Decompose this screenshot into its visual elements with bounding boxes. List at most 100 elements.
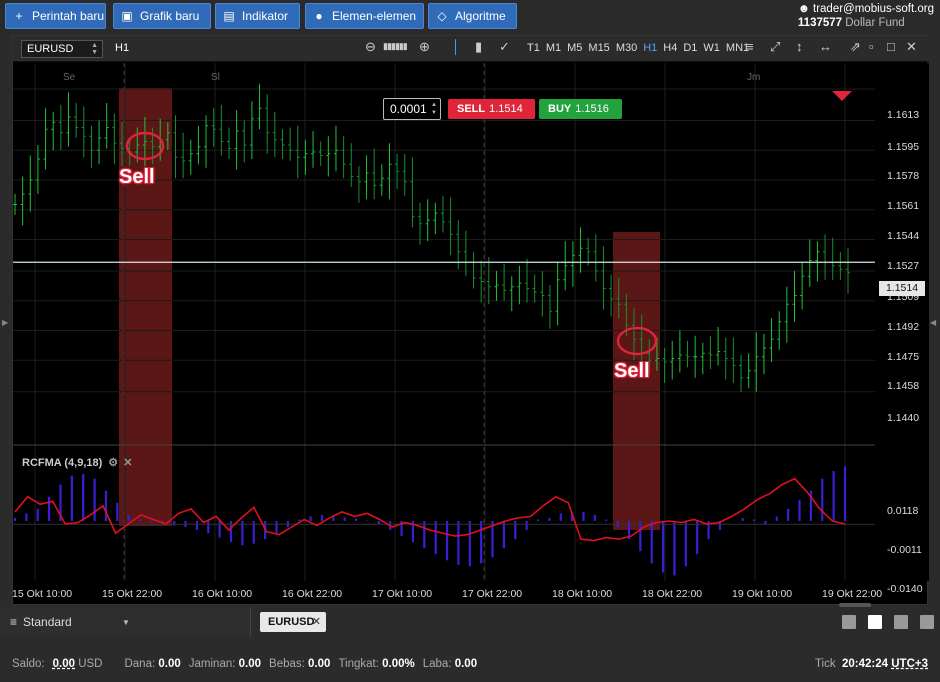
saldo-value[interactable]: 0.00 bbox=[53, 658, 75, 670]
new-chart-label: Grafik baru bbox=[140, 9, 200, 23]
account-info[interactable]: ☻ trader@mobius-soft.org 1137577 Dollar F… bbox=[798, 2, 934, 30]
crosshair-icon[interactable]: ⤢ bbox=[770, 39, 780, 55]
candles-type-icon[interactable]: ▮ bbox=[475, 39, 482, 55]
saldo-unit: USD bbox=[78, 657, 103, 670]
indicator-button[interactable]: ▤ Indikator bbox=[215, 3, 300, 29]
indicator-tick-label: -0.0140 bbox=[887, 583, 923, 596]
elements-label: Elemen-elemen bbox=[332, 9, 417, 23]
symbol-select[interactable]: EURUSD ▲ ▼ bbox=[21, 40, 103, 58]
sell-annotation-1: Sell bbox=[119, 166, 155, 188]
buy-price: 1.1516 bbox=[575, 103, 609, 115]
indicator-title: RCFMA (4,9,18) ⚙ ✕ bbox=[22, 456, 132, 469]
price-tick-label: 1.1440 bbox=[887, 411, 920, 424]
sell-price: 1.1514 bbox=[489, 103, 523, 115]
timeframe-d1[interactable]: D1 bbox=[683, 42, 697, 54]
timeframe-h4[interactable]: H4 bbox=[663, 42, 677, 54]
bottom-bar: ≡ Standard ▼ EURUSD ✕ bbox=[0, 607, 940, 637]
workspace-select[interactable]: ≡ Standard ▼ bbox=[0, 607, 251, 637]
updown-icon: ▲ ▼ bbox=[91, 42, 98, 56]
line-type-icon[interactable]: ✓ bbox=[499, 39, 510, 55]
chart-tab-label: EURUSD bbox=[268, 616, 315, 628]
timeframe-m30[interactable]: M30 bbox=[616, 42, 637, 54]
layout-single-button[interactable] bbox=[842, 615, 856, 629]
account-email: trader@mobius-soft.org bbox=[813, 3, 934, 15]
indicator-tick-label: -0.0011 bbox=[887, 544, 922, 557]
timeframe-m1[interactable]: M1 bbox=[546, 42, 561, 54]
new-chart-button[interactable]: ▣ Grafik baru bbox=[113, 3, 211, 29]
new-order-button[interactable]: + Perintah baru bbox=[5, 3, 106, 29]
elements-icon: ● bbox=[315, 9, 323, 23]
time-tick-label: 15 Okt 10:00 bbox=[12, 588, 73, 600]
layout-grid-button[interactable] bbox=[868, 615, 882, 629]
remove-indicator-icon[interactable]: ✕ bbox=[123, 457, 132, 469]
elements-button[interactable]: ● Elemen-elemen bbox=[305, 3, 424, 29]
chart-plot-area[interactable]: Se Sl Jm 0.0001 ▲ ▼ SELL 1.1514 BUY 1.1516 R… bbox=[13, 63, 875, 607]
status-bar: Saldo: 0.00 USD Dana: 0.00 Jaminan: 0.00… bbox=[0, 645, 940, 682]
price-tick-label: 1.1527 bbox=[887, 259, 920, 272]
time-tick-label: 16 Okt 22:00 bbox=[282, 588, 343, 600]
current-price-label: 1.1514 bbox=[879, 281, 925, 297]
lot-spinner-icon[interactable]: ▲ ▼ bbox=[431, 101, 437, 117]
tingkat-value: 0.00% bbox=[382, 657, 415, 670]
timeframe-m15[interactable]: M15 bbox=[588, 42, 609, 54]
chart-window-icon: ▣ bbox=[121, 9, 133, 23]
tab-close-icon[interactable]: ✕ bbox=[312, 612, 321, 632]
price-axis[interactable]: 1.1613 1.1595 1.1578 1.1561 1.1544 1.1527 1.15… bbox=[875, 63, 929, 595]
timeframe-m5[interactable]: M5 bbox=[567, 42, 582, 54]
layout-columns-button[interactable] bbox=[894, 615, 908, 629]
timeframe-w1[interactable]: W1 bbox=[703, 42, 720, 54]
chart-tab[interactable]: EURUSD ✕ bbox=[260, 612, 326, 632]
time-tick-label: 18 Okt 22:00 bbox=[642, 588, 703, 600]
buy-button[interactable]: BUY 1.1516 bbox=[539, 99, 622, 119]
symbol-value: EURUSD bbox=[27, 43, 74, 55]
price-tick-label: 1.1458 bbox=[887, 380, 920, 393]
time-tick-label: 17 Okt 10:00 bbox=[372, 588, 433, 600]
right-panel-arrow-icon[interactable]: ◀ bbox=[930, 318, 936, 327]
time-shift-marker-icon bbox=[832, 91, 852, 101]
price-tick-label: 1.1475 bbox=[887, 350, 920, 363]
current-timeframe: H1 bbox=[115, 42, 130, 54]
diamond-icon: ◇ bbox=[437, 9, 447, 23]
algorithm-button[interactable]: ◇ Algoritme bbox=[428, 3, 517, 29]
timezone-select[interactable]: UTC+3 bbox=[891, 658, 928, 670]
bars-type-icon[interactable]: │ bbox=[452, 39, 460, 54]
zoom-slider[interactable]: ▮▮▮▮▮▮ bbox=[383, 41, 408, 52]
price-tick-label: 1.1492 bbox=[887, 320, 920, 333]
sell-annotation-2: Sell bbox=[614, 360, 650, 382]
account-fund: Dollar Fund bbox=[845, 17, 905, 29]
zoom-out-icon[interactable]: ⊖ bbox=[365, 39, 376, 55]
saldo-label: Saldo: bbox=[12, 657, 45, 670]
lot-size-input[interactable]: 0.0001 ▲ ▼ bbox=[383, 98, 441, 120]
vertical-scale-icon[interactable]: ↕ bbox=[796, 39, 803, 54]
left-panel-arrow-icon[interactable]: ▶ bbox=[2, 318, 8, 327]
maximize-icon[interactable]: □ bbox=[887, 39, 895, 54]
detach-icon[interactable]: ⇗ bbox=[850, 39, 861, 55]
gear-icon[interactable]: ⚙ bbox=[108, 457, 118, 469]
close-icon[interactable]: ✕ bbox=[906, 39, 917, 55]
minimize-icon[interactable]: ▫ bbox=[869, 39, 874, 54]
timeframe-h1[interactable]: H1 bbox=[643, 42, 657, 54]
zoom-in-icon[interactable]: ⊕ bbox=[419, 39, 430, 55]
time-tick-label: 16 Okt 10:00 bbox=[192, 588, 253, 600]
tick-label: Tick bbox=[814, 658, 836, 670]
bebas-value: 0.00 bbox=[308, 657, 331, 670]
chart-canvas[interactable] bbox=[13, 63, 875, 581]
account-number: 1137577 bbox=[797, 17, 843, 29]
clock: Tick 20:42:24 UTC+3 bbox=[815, 658, 928, 670]
time-tick-label: 18 Okt 10:00 bbox=[552, 588, 613, 600]
layout-switcher bbox=[842, 615, 934, 629]
trading-app: + Perintah baru ▣ Grafik baru ▤ Indikator ●… bbox=[0, 0, 940, 682]
template-icon[interactable]: ≡ bbox=[746, 39, 754, 54]
indicator-name: RCFMA (4,9,18) bbox=[22, 457, 103, 469]
timeframe-t1[interactable]: T1 bbox=[527, 42, 540, 54]
menu-icon: ≡ bbox=[10, 615, 18, 629]
layout-custom-button[interactable] bbox=[920, 615, 934, 629]
sell-button[interactable]: SELL 1.1514 bbox=[448, 99, 535, 119]
new-order-label: Perintah baru bbox=[32, 9, 105, 23]
session-label-3: Jm bbox=[747, 72, 761, 83]
price-tick-label: 1.1613 bbox=[887, 109, 920, 121]
chart-toolbar: EURUSD ▲ ▼ H1 ⊖ ▮▮▮▮▮▮ ⊕ │ ▮ ✓ T1 M1 M5 M15 M3… bbox=[13, 36, 929, 62]
horizontal-scale-icon[interactable]: ↔ bbox=[819, 39, 832, 54]
tingkat-label: Tingkat: bbox=[338, 657, 379, 670]
price-tick-label: 1.1561 bbox=[887, 200, 920, 212]
